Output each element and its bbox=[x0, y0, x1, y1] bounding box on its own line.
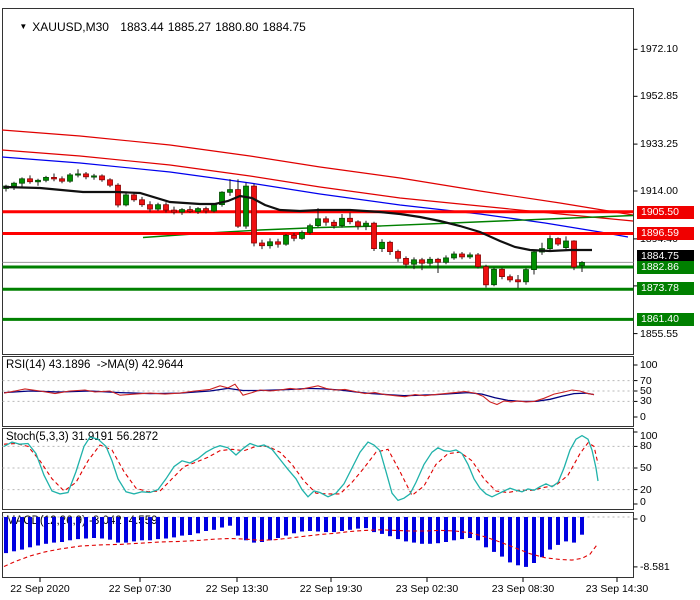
time-tick-label: 22 Sep 07:30 bbox=[108, 583, 172, 595]
time-tick-label: 23 Sep 02:30 bbox=[395, 583, 459, 595]
price-tick-label: 1972.10 bbox=[640, 43, 678, 56]
indicator-scale-label: 100 bbox=[640, 359, 658, 371]
price-marker-green: 1861.40 bbox=[637, 312, 694, 326]
indicator-scale-label: 20 bbox=[640, 483, 652, 496]
time-tick-label: 22 Sep 19:30 bbox=[299, 583, 363, 595]
time-tick-label: 23 Sep 08:30 bbox=[491, 583, 555, 595]
indicator-scale-label: 0 bbox=[640, 496, 646, 508]
close-value: 1884.75 bbox=[262, 20, 306, 34]
price-tick-label: 1914.00 bbox=[640, 185, 678, 197]
low-value: 1880.80 bbox=[215, 20, 259, 34]
price-tick-label: 1933.25 bbox=[640, 138, 678, 151]
time-tick-label: 22 Sep 2020 bbox=[10, 583, 70, 595]
price-tick-label: 1855.55 bbox=[640, 327, 678, 340]
price-marker-green: 1882.86 bbox=[637, 260, 694, 274]
trading-chart-window: ▼ XAUUSD,M30 1883.44 1885.27 1880.80 1884.75… bbox=[0, 0, 700, 600]
chart-canvas[interactable] bbox=[0, 0, 700, 600]
chart-header: ▼ XAUUSD,M30 1883.44 1885.27 1880.80 1884.75 bbox=[6, 6, 310, 48]
indicator-scale-label: 50 bbox=[640, 462, 652, 474]
indicator-scale-label: 0 bbox=[640, 411, 646, 423]
indicator-scale-label: 80 bbox=[640, 440, 652, 453]
price-marker-red: 1905.50 bbox=[637, 205, 694, 219]
symbol-period-label: XAUUSD,M30 bbox=[32, 20, 109, 34]
time-tick-label: 22 Sep 13:30 bbox=[205, 583, 269, 595]
stoch-label: Stoch(5,3,3) 31.9191 56.2872 bbox=[6, 431, 159, 443]
price-marker-green: 1873.78 bbox=[637, 281, 694, 295]
price-marker-red: 1896.59 bbox=[637, 226, 694, 240]
symbol-dropdown-icon[interactable]: ▼ bbox=[19, 22, 27, 31]
indicator-scale-label: -8.581 bbox=[640, 560, 670, 573]
time-tick-label: 23 Sep 14:30 bbox=[585, 583, 649, 595]
indicator-scale-label: 0 bbox=[640, 513, 646, 525]
price-tick-label: 1952.85 bbox=[640, 90, 678, 103]
open-value: 1883.44 bbox=[120, 20, 164, 34]
macd-label: MACD(12,26,9) -3.042 -4.559 bbox=[6, 515, 158, 527]
high-value: 1885.27 bbox=[167, 20, 212, 34]
indicator-scale-label: 30 bbox=[640, 395, 652, 408]
rsi-label: RSI(14) 43.1896 ->MA(9) 42.9644 bbox=[6, 359, 184, 371]
